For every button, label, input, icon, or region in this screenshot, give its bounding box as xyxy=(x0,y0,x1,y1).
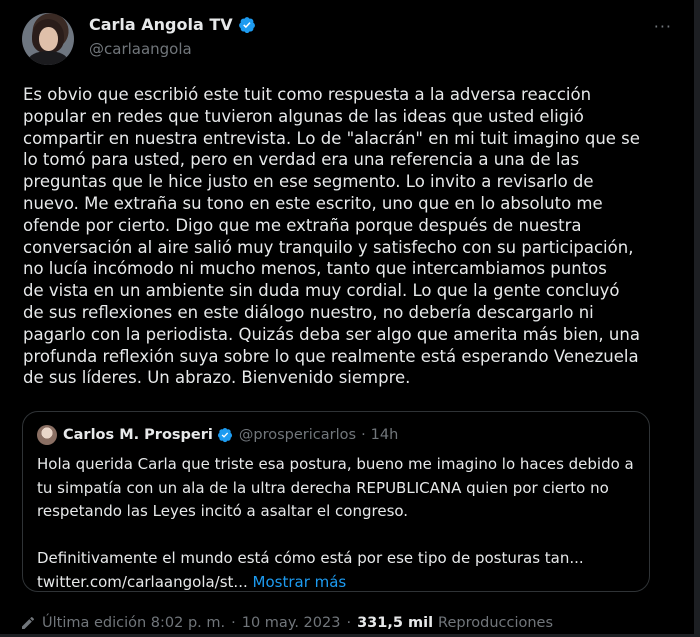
quoted-tweet-header: Carlos M. Prosperi @prospericarlos · 14h xyxy=(37,425,398,445)
verified-badge-icon xyxy=(217,428,232,443)
window-frame-right xyxy=(694,0,700,637)
tweet-date[interactable]: 10 may. 2023 xyxy=(242,615,341,631)
quoted-tweet-text: Hola querida Carla que triste esa postur… xyxy=(37,455,634,591)
quoted-timestamp[interactable]: 14h xyxy=(371,427,399,443)
show-more-link[interactable]: Mostrar más xyxy=(253,573,347,591)
quoted-separator: · xyxy=(361,427,366,443)
views-label: Reproducciones xyxy=(438,615,554,631)
author-avatar[interactable] xyxy=(22,13,74,65)
author-name-row: Carla Angola TV xyxy=(89,15,256,34)
more-options-icon[interactable]: ··· xyxy=(654,17,672,36)
quoted-author-avatar[interactable] xyxy=(37,425,57,445)
pencil-icon xyxy=(22,616,35,629)
views-count: 331,5 mil xyxy=(357,615,434,631)
tweet-page: Carla Angola TV @carlaangola ··· Es obvi… xyxy=(0,0,700,637)
quoted-tweet-body: Hola querida Carla que triste esa postur… xyxy=(37,453,637,594)
tweet-header: Carla Angola TV @carlaangola ··· xyxy=(22,13,672,67)
edit-history-link[interactable]: Última edición 8:02 p. m. xyxy=(42,615,225,631)
quoted-author-name[interactable]: Carlos M. Prosperi xyxy=(63,427,213,443)
tweet-footer: Última edición 8:02 p. m. · 10 may. 2023… xyxy=(20,615,553,631)
quoted-author-handle[interactable]: @prospericarlos xyxy=(239,427,356,443)
verified-badge-icon xyxy=(238,16,255,33)
footer-separator: · xyxy=(231,615,236,631)
quoted-tweet[interactable]: Carlos M. Prosperi @prospericarlos · 14h… xyxy=(22,411,650,592)
author-handle[interactable]: @carlaangola xyxy=(89,40,192,58)
tweet-body: Es obvio que escribió este tuit como res… xyxy=(23,85,640,388)
author-display-name[interactable]: Carla Angola TV xyxy=(89,15,233,34)
footer-separator: · xyxy=(346,615,352,631)
